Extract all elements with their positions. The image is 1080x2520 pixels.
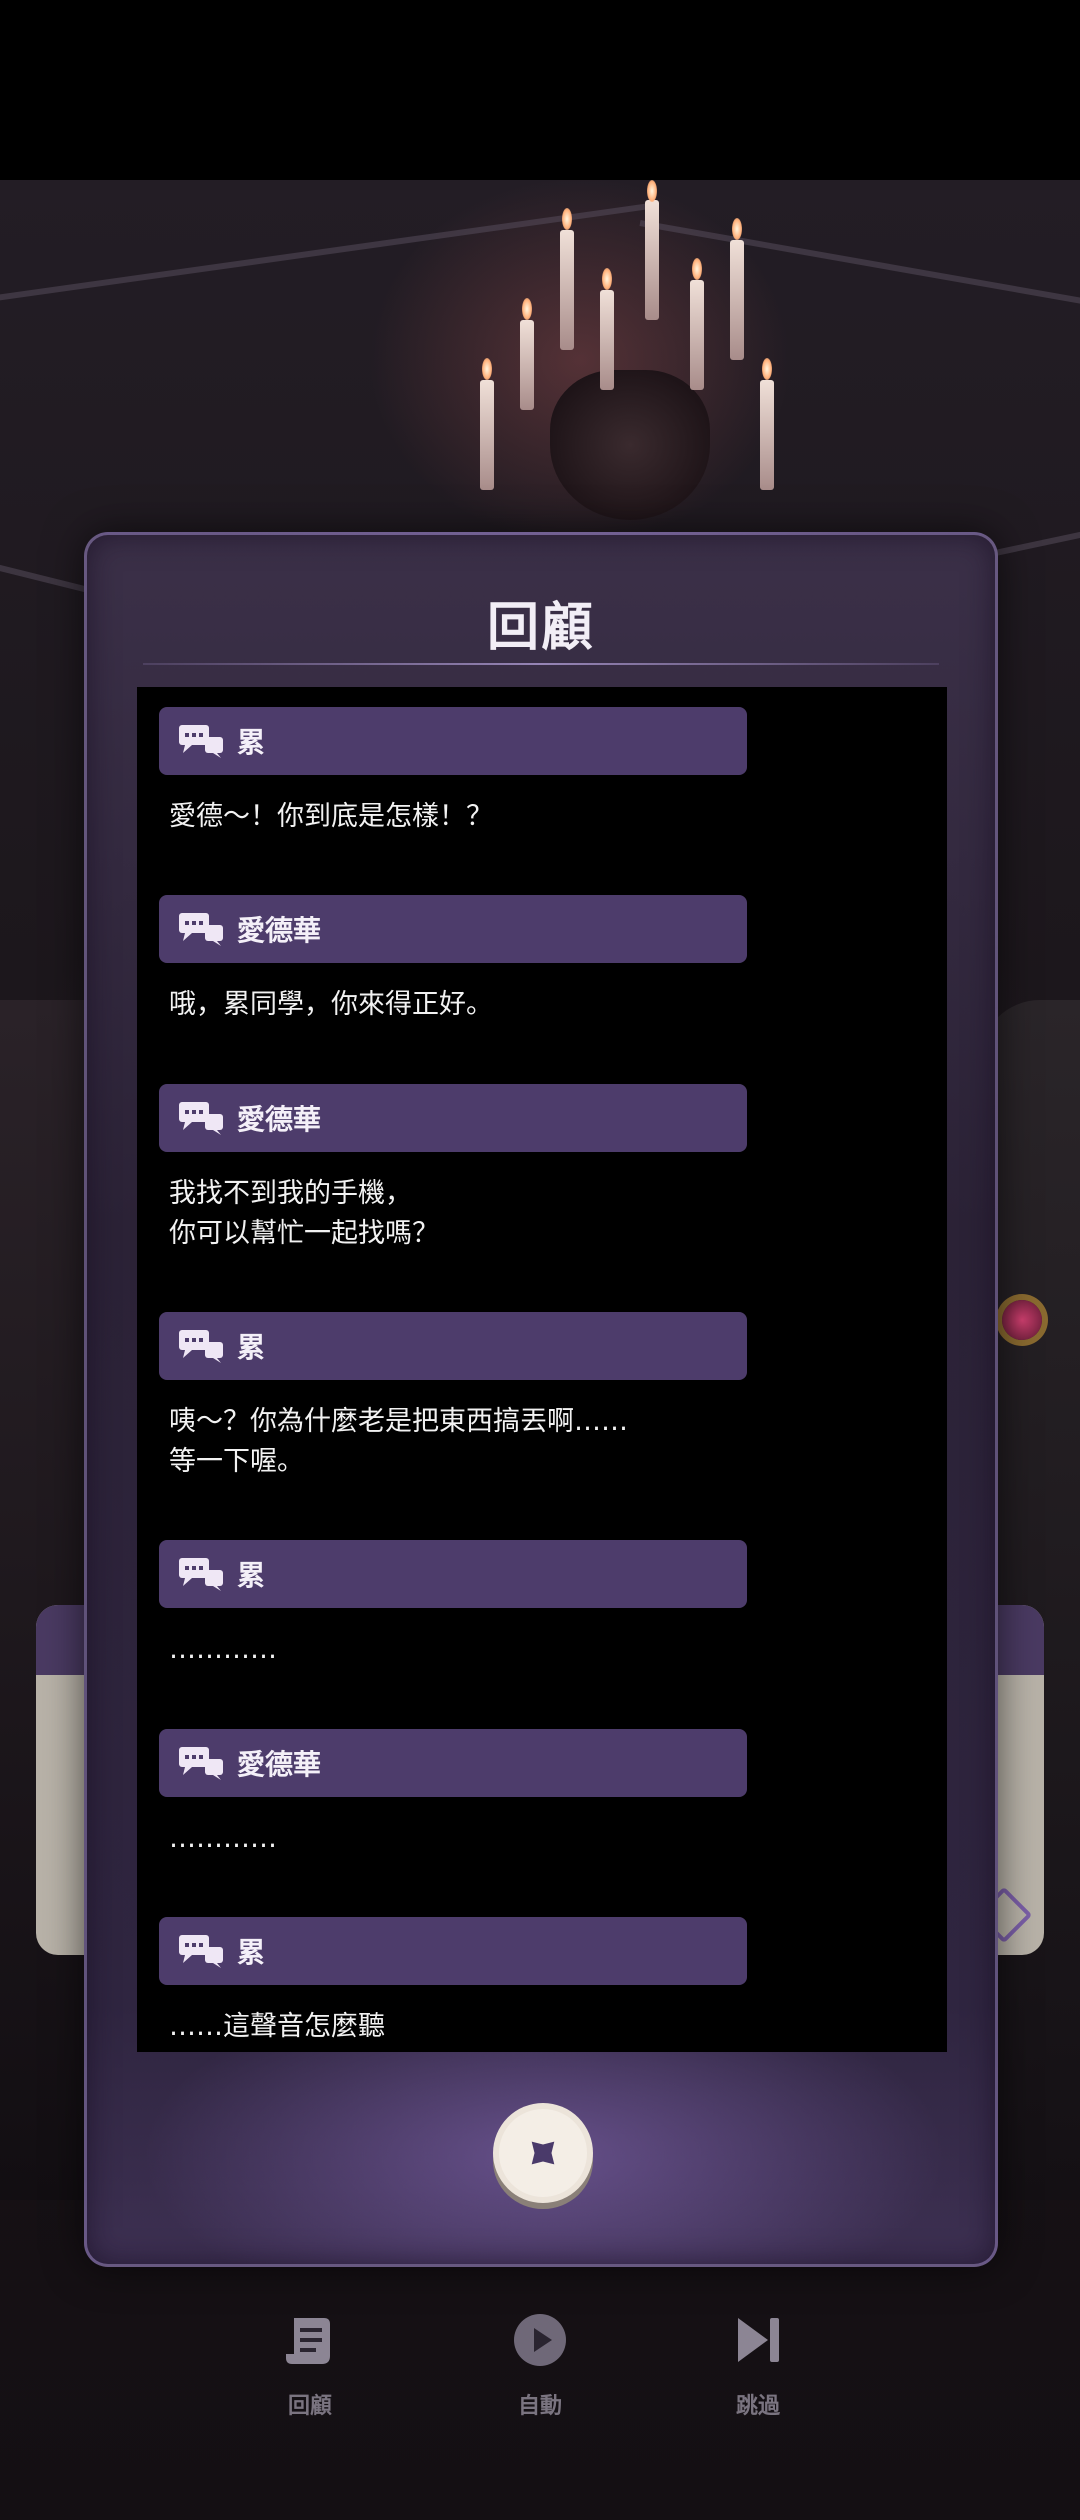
- candle-flame: [692, 258, 702, 280]
- candle-flame: [482, 358, 492, 380]
- dialogue-text: 我找不到我的手機， 你可以幫忙一起找嗎？: [169, 1178, 439, 1249]
- log-entry: 愛德華 …………: [159, 1729, 747, 1859]
- close-x-icon: [493, 2103, 593, 2209]
- speaker-name: 累: [237, 1331, 266, 1364]
- dialogue-text: …………: [169, 1823, 277, 1854]
- dialogue-text: …………: [169, 1634, 277, 1665]
- auto-menu-label: 自動: [517, 2394, 562, 2419]
- skip-forward-icon: [738, 2318, 779, 2362]
- review-log-modal: 回顧 累 愛德～！你到底是怎樣！？ 愛德華 哦，累同學，你來得正好。 愛德華 我…: [84, 532, 998, 2267]
- log-entry: 累 …………: [159, 1540, 747, 1670]
- log-entry: 累 ……這聲音怎麼聽: [159, 1917, 747, 2047]
- candle-flame: [522, 298, 532, 320]
- candle: [520, 320, 534, 410]
- candle-flame: [762, 358, 772, 380]
- candle-flame: [602, 268, 612, 290]
- candle: [560, 230, 574, 350]
- candle: [600, 290, 614, 390]
- candle: [480, 380, 494, 490]
- auto-menu-button[interactable]: 自動: [470, 2310, 610, 2420]
- speaker-bar: 愛德華: [159, 895, 747, 963]
- brooch-gem: [1002, 1300, 1042, 1340]
- speaker-bar: 累: [159, 1312, 747, 1380]
- speaker-bar: 累: [159, 1540, 747, 1608]
- chat-bubbles-icon: [179, 1330, 223, 1363]
- chandelier: [440, 180, 800, 540]
- top-black-bar: [0, 0, 1080, 180]
- speaker-bar: 愛德華: [159, 1729, 747, 1797]
- skip-menu-button[interactable]: 跳過: [688, 2310, 828, 2420]
- dialogue-text: ……這聲音怎麼聽: [169, 2011, 385, 2042]
- dialogue-text: 咦～？你為什麼老是把東西搞丟啊…… 等一下喔。: [169, 1406, 628, 1477]
- candle-flame: [647, 180, 657, 202]
- chat-bubbles-icon: [179, 725, 223, 758]
- dialogue-text: 愛德～！你到底是怎樣！？: [169, 801, 493, 832]
- speaker-name: 累: [237, 1936, 266, 1969]
- candle: [730, 240, 744, 360]
- play-icon: [514, 2314, 566, 2366]
- speaker-name: 愛德華: [237, 1103, 322, 1136]
- title-divider: [143, 663, 939, 665]
- candle-flame: [732, 218, 742, 240]
- speaker-name: 愛德華: [237, 1748, 322, 1781]
- log-entry: 愛德華 我找不到我的手機， 你可以幫忙一起找嗎？: [159, 1084, 747, 1254]
- chat-bubbles-icon: [179, 1747, 223, 1780]
- chat-bubbles-icon: [179, 1102, 223, 1135]
- chat-bubbles-icon: [179, 1935, 223, 1968]
- candle-flame: [562, 208, 572, 230]
- review-menu-label: 回顧: [287, 2394, 332, 2419]
- candle: [690, 280, 704, 390]
- chat-bubbles-icon: [179, 913, 223, 946]
- modal-title: 回顧: [486, 598, 595, 658]
- dialogue-text: 哦，累同學，你來得正好。: [169, 989, 493, 1020]
- speaker-name: 累: [237, 1559, 266, 1592]
- bottom-menu: 回顧 自動 跳過: [0, 2290, 1080, 2470]
- chandelier-body: [550, 370, 710, 520]
- speaker-name: 愛德華: [237, 914, 322, 947]
- log-entry: 累 愛德～！你到底是怎樣！？: [159, 707, 747, 837]
- log-scroll-area[interactable]: 累 愛德～！你到底是怎樣！？ 愛德華 哦，累同學，你來得正好。 愛德華 我找不到…: [137, 687, 947, 2052]
- log-entry: 愛德華 哦，累同學，你來得正好。: [159, 895, 747, 1025]
- speaker-bar: 累: [159, 1917, 747, 1985]
- close-button[interactable]: [491, 2101, 595, 2211]
- speaker-name: 累: [237, 726, 266, 759]
- log-entry: 累 咦～？你為什麼老是把東西搞丟啊…… 等一下喔。: [159, 1312, 747, 1482]
- review-menu-button[interactable]: 回顧: [240, 2310, 380, 2420]
- speaker-bar: 愛德華: [159, 1084, 747, 1152]
- chat-bubbles-icon: [179, 1558, 223, 1591]
- candle: [760, 380, 774, 490]
- scroll-icon: [286, 2318, 330, 2364]
- skip-menu-label: 跳過: [735, 2394, 780, 2419]
- speaker-bar: 累: [159, 707, 747, 775]
- candle: [645, 200, 659, 320]
